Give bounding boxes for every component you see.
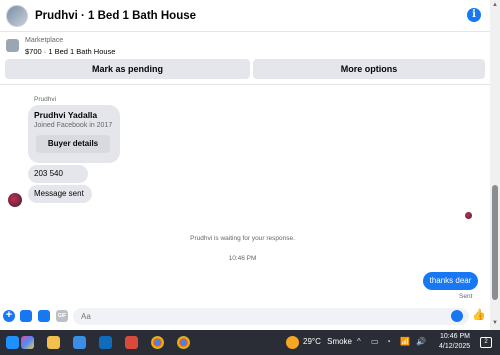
scroll-down-icon[interactable]: ▼	[492, 320, 498, 326]
listing-source: Marketplace	[25, 37, 64, 44]
outlook-icon[interactable]	[99, 336, 112, 349]
start-icon[interactable]	[6, 336, 19, 349]
mark-pending-button[interactable]: Mark as pending	[5, 59, 250, 79]
weather-temp: 29°C	[303, 337, 321, 346]
weather-icon[interactable]	[286, 336, 299, 349]
clock-date[interactable]: 4/12/2025	[439, 343, 470, 350]
sender-avatar[interactable]	[8, 193, 22, 207]
message-bubble[interactable]: Message sent	[28, 185, 92, 203]
sticker-icon[interactable]	[38, 310, 50, 322]
like-icon[interactable]: 👍	[472, 309, 486, 322]
emoji-icon[interactable]	[451, 310, 463, 322]
scroll-up-icon[interactable]: ▲	[492, 2, 498, 8]
taskbar: 29°C Smoke ^ ▭ ◔ 📶 🔊 10:46 PM 4/12/2025 …	[0, 330, 500, 355]
message-composer: + GIF 👍	[0, 306, 490, 328]
more-options-button[interactable]: More options	[253, 59, 485, 79]
avatar[interactable]	[6, 4, 28, 27]
info-icon[interactable]: i	[467, 8, 481, 22]
scroll-thumb[interactable]	[492, 185, 498, 300]
chrome-icon[interactable]	[151, 336, 164, 349]
profile-name: Prudhvi Yadalla	[34, 110, 98, 120]
battery-icon[interactable]: ◔	[386, 337, 391, 346]
listing-title[interactable]: $700 · 1 Bed 1 Bath House	[25, 47, 115, 56]
chrome-icon[interactable]	[177, 336, 190, 349]
conversation-header: Prudhvi · 1 Bed 1 Bath House i	[0, 0, 490, 32]
copilot-icon[interactable]	[21, 336, 34, 349]
message-status: Sent	[459, 293, 473, 300]
waiting-notice: Prudhvi is waiting for your response.	[190, 235, 295, 242]
seen-avatar	[465, 212, 472, 219]
my-message-bubble[interactable]: thanks dear	[423, 272, 478, 290]
image-icon[interactable]	[20, 310, 32, 322]
store-icon[interactable]	[73, 336, 86, 349]
listing-thumbnail[interactable]	[6, 39, 19, 52]
message-input[interactable]	[73, 308, 469, 325]
scrollbar[interactable]: ▲ ▼	[490, 0, 500, 330]
message-bubble[interactable]: 203 540 1059	[28, 165, 88, 196]
profile-card: Prudhvi Yadalla Joined Facebook in 2017 …	[28, 105, 120, 163]
file-explorer-icon[interactable]	[47, 336, 60, 349]
volume-icon[interactable]: 🔊	[416, 337, 426, 346]
tray-overflow-icon[interactable]: ^	[357, 337, 361, 346]
conversation-title[interactable]: Prudhvi · 1 Bed 1 Bath House	[35, 10, 196, 22]
message-timestamp: 10:46 PM	[228, 255, 257, 262]
weather-text[interactable]: 29°C Smoke	[303, 337, 352, 346]
wifi-icon[interactable]: 📶	[400, 337, 410, 346]
notification-icon[interactable]: 2	[480, 337, 492, 348]
profile-joined: Joined Facebook in 2017	[34, 122, 113, 129]
buyer-details-button[interactable]: Buyer details	[36, 135, 110, 153]
tray-app-icon[interactable]: ▭	[371, 337, 379, 346]
sender-name: Prudhvi	[34, 96, 57, 103]
clock-time[interactable]: 10:46 PM	[440, 333, 470, 340]
app-icon[interactable]	[125, 336, 138, 349]
plus-icon[interactable]: +	[3, 310, 15, 322]
weather-desc: Smoke	[327, 337, 353, 346]
gif-icon[interactable]: GIF	[56, 310, 68, 322]
